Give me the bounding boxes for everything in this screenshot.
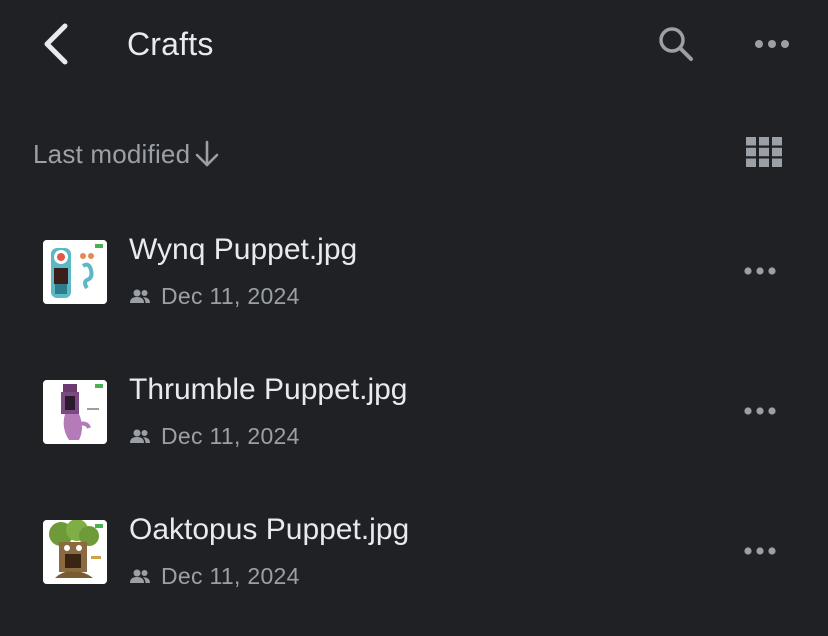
people-icon	[129, 565, 151, 587]
file-row[interactable]: Thrumble Puppet.jpg Dec 11, 2024	[0, 340, 828, 480]
search-icon	[656, 24, 696, 69]
file-thumbnail	[43, 380, 107, 444]
more-horizontal-icon	[743, 543, 777, 561]
file-meta: Dec 11, 2024	[129, 280, 300, 312]
more-horizontal-icon	[743, 403, 777, 421]
file-meta: Dec 11, 2024	[129, 560, 300, 592]
grid-view-icon	[746, 136, 782, 172]
file-more-button[interactable]	[736, 248, 784, 296]
file-name: Wynq Puppet.jpg	[129, 233, 358, 266]
app-header: Crafts	[0, 0, 828, 92]
people-icon	[129, 425, 151, 447]
sort-label: Last modified	[33, 138, 191, 169]
more-horizontal-icon	[754, 37, 790, 55]
page-title: Crafts	[127, 26, 214, 62]
file-more-button[interactable]	[736, 388, 784, 436]
chevron-left-icon	[41, 22, 71, 71]
file-date: Dec 11, 2024	[161, 422, 300, 449]
file-row[interactable]: Oaktopus Puppet.jpg Dec 11, 2024	[0, 480, 828, 620]
file-name: Thrumble Puppet.jpg	[129, 373, 408, 406]
arrow-down-icon	[194, 139, 220, 169]
sort-bar: Last modified	[0, 128, 828, 180]
search-button[interactable]	[650, 22, 702, 70]
file-meta: Dec 11, 2024	[129, 420, 300, 452]
file-name: Oaktopus Puppet.jpg	[129, 513, 410, 546]
drive-folder-screen: Crafts Last modified Wynq Puppet.jpg Dec…	[0, 0, 828, 636]
more-horizontal-icon	[743, 263, 777, 281]
file-thumbnail	[43, 520, 107, 584]
grid-view-button[interactable]	[740, 134, 788, 174]
more-options-button[interactable]	[748, 22, 796, 70]
file-more-button[interactable]	[736, 528, 784, 576]
people-icon	[129, 285, 151, 307]
file-date: Dec 11, 2024	[161, 282, 300, 309]
file-row[interactable]: Wynq Puppet.jpg Dec 11, 2024	[0, 200, 828, 340]
back-button[interactable]	[30, 22, 82, 70]
sort-button[interactable]: Last modified	[33, 136, 220, 172]
file-thumbnail	[43, 240, 107, 304]
file-date: Dec 11, 2024	[161, 562, 300, 589]
